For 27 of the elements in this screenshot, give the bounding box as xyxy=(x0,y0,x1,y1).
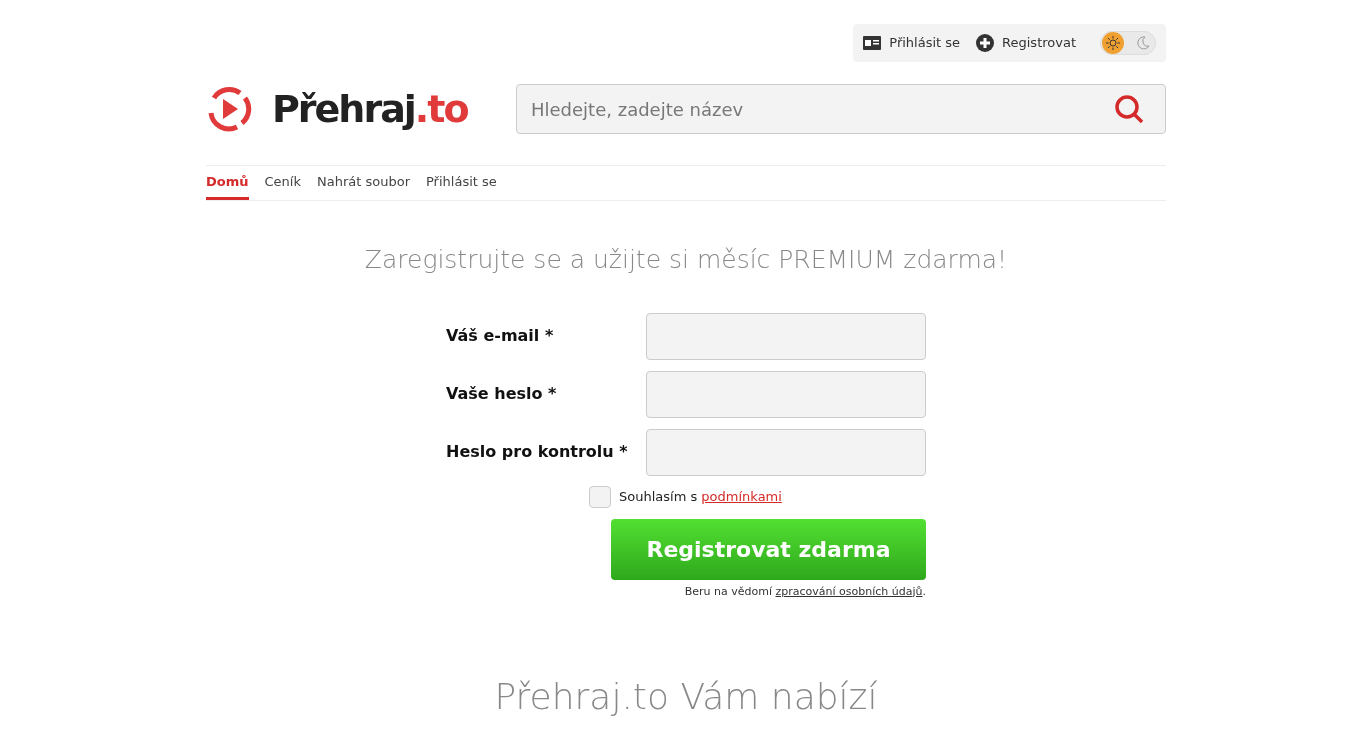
sun-icon xyxy=(1102,32,1124,54)
top-bar-link[interactable]: Přihlásit se xyxy=(863,33,961,53)
agree-checkbox[interactable] xyxy=(589,485,611,508)
theme-toggle[interactable] xyxy=(1100,31,1156,55)
privacy-link[interactable]: zpracování osobních údajů xyxy=(775,584,923,598)
privacy-note: Beru na vědomí zpracování osobních údajů. xyxy=(684,583,926,600)
logo-text: Přehraj.to xyxy=(272,90,468,128)
terms-link[interactable]: podmínkami xyxy=(701,488,782,504)
nav-tab[interactable]: Nahrát soubor xyxy=(317,166,410,200)
field-label: Vaše heslo * xyxy=(446,383,558,405)
plus-circle-icon xyxy=(976,34,995,52)
nav-tab[interactable]: Přihlásit se xyxy=(426,166,497,200)
field-label: Váš e-mail * xyxy=(446,325,555,347)
page-heading: Zaregistrujte se a užijte si měsíc PREMIUM zdarma! xyxy=(363,244,1009,276)
top-bar-link[interactable]: Registrovat xyxy=(976,33,1076,53)
input-field[interactable] xyxy=(646,370,926,418)
search-field[interactable]: Hledejte, zadejte název xyxy=(516,84,1166,134)
field-label: Heslo pro kontrolu * xyxy=(446,441,629,463)
id-card-icon xyxy=(863,36,882,50)
nav-tab[interactable]: Domů xyxy=(206,166,249,200)
section-heading: Přehraj.to Vám nabízí xyxy=(493,675,879,719)
nav-tab[interactable]: Ceník xyxy=(264,166,301,200)
agree-text: Souhlasím s podmínkami xyxy=(619,487,782,506)
input-field[interactable] xyxy=(646,428,926,476)
play-logo-icon xyxy=(206,86,252,132)
input-field[interactable] xyxy=(646,312,926,360)
search-icon[interactable] xyxy=(1114,94,1144,124)
